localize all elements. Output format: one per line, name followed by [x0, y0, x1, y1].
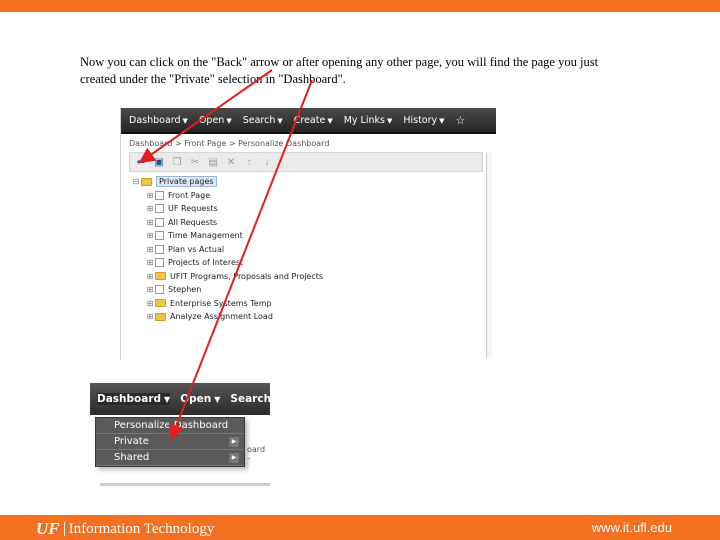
tree-item-label[interactable]: UFIT Programs, Proposals and Projects	[170, 272, 323, 281]
nav-dashboard-2[interactable]: Dashboard ▼	[97, 393, 171, 405]
expand-icon[interactable]: ⊞	[145, 204, 155, 213]
menu-item-shared[interactable]: Shared ▶	[96, 450, 244, 466]
cut-icon[interactable]: ✂	[188, 155, 202, 169]
nav-my-links[interactable]: My Links ▼	[344, 115, 393, 126]
tree-item-label[interactable]: Projects of Interest	[168, 258, 243, 267]
tree-item[interactable]: ⊞ Analyze Assignment Load	[145, 310, 496, 324]
tree-item-label[interactable]: Enterprise Systems Temp	[170, 299, 272, 308]
tree-item[interactable]: ⊞ UF Requests	[145, 202, 496, 216]
folder-icon	[155, 272, 166, 281]
tree-toolbar: ⬅ ▣ ❐ ✂ ▤ ✕ ↑ ↓	[129, 152, 483, 172]
expand-icon[interactable]: ⊞	[145, 191, 155, 200]
collapse-icon[interactable]: ⊟	[131, 177, 141, 186]
tree-children: ⊞ Front Page ⊞ UF Requests ⊞ All Requests ⊞ Tim…	[131, 189, 496, 324]
dashboard-personalize-screenshot: Dashboard ▼ Open ▼ Search ▼ Create ▼ My Link…	[120, 108, 496, 360]
save-as-icon[interactable]: ▣	[152, 155, 166, 169]
top-navbar: Dashboard ▼ Open ▼ Search ▼ Create ▼ My Link…	[121, 108, 496, 134]
tree-item-label[interactable]: Analyze Assignment Load	[170, 312, 273, 321]
footer-brand: UF Information Technology	[36, 519, 214, 539]
dashboard-menu-screenshot: Dashboard ▼ Open ▼ Search oard - Personali…	[90, 383, 271, 488]
nav-create[interactable]: Create ▼	[294, 115, 333, 126]
tree-item-label[interactable]: UF Requests	[168, 204, 218, 213]
paste-icon[interactable]: ▤	[206, 155, 220, 169]
expand-icon[interactable]: ⊞	[145, 245, 155, 254]
breadcrumb: Dashboard > Front Page > Personalize Das…	[129, 139, 330, 148]
tree-item[interactable]: ⊞ All Requests	[145, 216, 496, 230]
expand-icon[interactable]: ⊞	[145, 231, 155, 240]
page-icon	[155, 285, 164, 295]
tree-item[interactable]: ⊞ Projects of Interest	[145, 256, 496, 270]
tree-root-label[interactable]: Private pages	[156, 176, 217, 188]
instruction-caption: Now you can click on the "Back" arrow or…	[80, 55, 599, 86]
uf-logo: UF	[36, 519, 60, 538]
back-arrow-icon[interactable]: ⬅	[134, 155, 148, 169]
dashboard-dropdown: Personalize Dashboard Private ▶ Shared ▶	[95, 417, 245, 467]
tree-item[interactable]: ⊞ Stephen	[145, 283, 496, 297]
nav-search-2[interactable]: Search	[230, 393, 271, 405]
submenu-arrow-icon: ▶	[229, 436, 239, 447]
page-icon	[155, 231, 164, 241]
folder-icon	[141, 177, 152, 186]
tree-item-label[interactable]: Time Management	[168, 231, 243, 240]
delete-icon[interactable]: ✕	[224, 155, 238, 169]
background-divider	[100, 483, 270, 486]
move-up-icon[interactable]: ↑	[242, 155, 256, 169]
page-icon	[155, 217, 164, 227]
footer-url[interactable]: www.it.ufl.edu	[592, 520, 672, 535]
expand-icon[interactable]: ⊞	[145, 258, 155, 267]
tree-root-row[interactable]: ⊟ Private pages	[131, 175, 496, 189]
tree-item[interactable]: ⊞ Enterprise Systems Temp	[145, 297, 496, 311]
expand-icon[interactable]: ⊞	[145, 272, 155, 281]
vertical-scrollbar[interactable]	[486, 152, 492, 358]
page-icon	[155, 258, 164, 268]
nav-open-2[interactable]: Open ▼	[180, 393, 220, 405]
page-icon	[155, 190, 164, 200]
tree-item-label[interactable]: Front Page	[168, 191, 210, 200]
expand-icon[interactable]: ⊞	[145, 218, 155, 227]
nav-dashboard[interactable]: Dashboard ▼	[129, 115, 188, 126]
page-icon	[155, 244, 164, 254]
page-icon	[155, 204, 164, 214]
copy-icon[interactable]: ❐	[170, 155, 184, 169]
nav-search[interactable]: Search ▼	[243, 115, 283, 126]
tree-item[interactable]: ⊞ Time Management	[145, 229, 496, 243]
tree-item[interactable]: ⊞ UFIT Programs, Proposals and Projects	[145, 270, 496, 284]
tree-item-label[interactable]: All Requests	[168, 218, 217, 227]
top-orange-bar	[0, 0, 720, 12]
expand-icon[interactable]: ⊞	[145, 312, 155, 321]
favorite-star-icon[interactable]: ☆	[456, 114, 466, 127]
dashboard-tree: ⊟ Private pages ⊞ Front Page ⊞ UF Requests ⊞…	[121, 172, 496, 324]
tree-item-label[interactable]: Plan vs Actual	[168, 245, 224, 254]
nav-open[interactable]: Open ▼	[199, 115, 232, 126]
tree-item[interactable]: ⊞ Plan vs Actual	[145, 243, 496, 257]
nav-history[interactable]: History ▼	[403, 115, 444, 126]
background-text: oard -	[247, 445, 266, 463]
brand-name: Information Technology	[68, 520, 215, 537]
folder-icon	[155, 312, 166, 321]
tree-item-label[interactable]: Stephen	[168, 285, 201, 294]
tree-item[interactable]: ⊞ Front Page	[145, 189, 496, 203]
move-down-icon[interactable]: ↓	[260, 155, 274, 169]
expand-icon[interactable]: ⊞	[145, 299, 155, 308]
expand-icon[interactable]: ⊞	[145, 285, 155, 294]
submenu-arrow-icon: ▶	[229, 452, 239, 463]
menu-item-personalize-dashboard[interactable]: Personalize Dashboard	[96, 418, 244, 434]
menu-item-private[interactable]: Private ▶	[96, 434, 244, 450]
folder-icon	[155, 299, 166, 308]
top-navbar-2: Dashboard ▼ Open ▼ Search	[90, 383, 271, 415]
